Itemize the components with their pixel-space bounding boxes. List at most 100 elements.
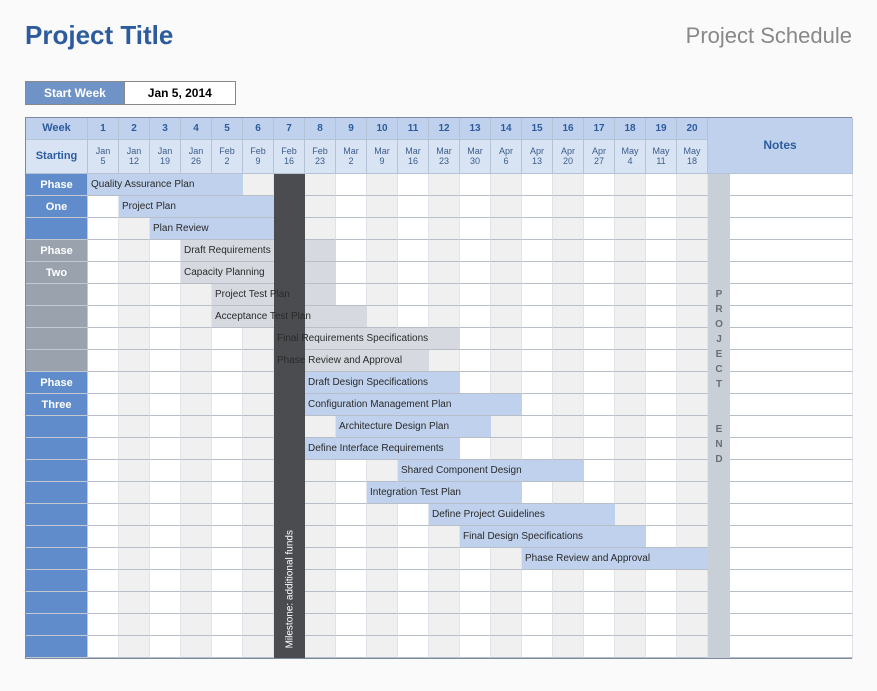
gantt-bar[interactable] (305, 372, 460, 394)
grid-cell[interactable] (646, 372, 677, 394)
grid-cell[interactable] (243, 394, 274, 416)
grid-cell[interactable] (553, 614, 584, 636)
grid-cell[interactable] (88, 416, 119, 438)
grid-cell[interactable] (460, 240, 491, 262)
grid-cell[interactable] (646, 174, 677, 196)
grid-cell[interactable] (336, 284, 367, 306)
grid-cell[interactable] (584, 218, 615, 240)
grid-cell[interactable] (398, 284, 429, 306)
grid-cell[interactable] (212, 482, 243, 504)
grid-cell[interactable] (181, 526, 212, 548)
grid-cell[interactable] (150, 570, 181, 592)
grid-cell[interactable] (150, 592, 181, 614)
grid-cell[interactable] (212, 504, 243, 526)
grid-cell[interactable] (553, 350, 584, 372)
grid-cell[interactable] (429, 592, 460, 614)
grid-cell[interactable] (305, 416, 336, 438)
grid-cell[interactable] (553, 482, 584, 504)
grid-cell[interactable] (150, 394, 181, 416)
grid-cell[interactable] (677, 460, 708, 482)
grid-cell[interactable] (491, 262, 522, 284)
grid-cell[interactable] (553, 240, 584, 262)
gantt-bar[interactable] (367, 482, 522, 504)
grid-cell[interactable] (305, 548, 336, 570)
grid-cell[interactable] (181, 548, 212, 570)
gantt-bar[interactable] (305, 394, 522, 416)
grid-cell[interactable] (677, 328, 708, 350)
grid-cell[interactable] (584, 394, 615, 416)
grid-cell[interactable] (398, 174, 429, 196)
grid-cell[interactable] (88, 548, 119, 570)
grid-cell[interactable] (646, 614, 677, 636)
grid-cell[interactable] (398, 504, 429, 526)
grid-cell[interactable] (677, 174, 708, 196)
grid-cell[interactable] (491, 592, 522, 614)
grid-cell[interactable] (460, 592, 491, 614)
grid-cell[interactable] (553, 438, 584, 460)
grid-cell[interactable] (584, 372, 615, 394)
grid-cell[interactable] (150, 328, 181, 350)
grid-cell[interactable] (615, 306, 646, 328)
grid-cell[interactable] (119, 394, 150, 416)
grid-cell[interactable] (119, 570, 150, 592)
grid-cell[interactable] (150, 262, 181, 284)
grid-cell[interactable] (522, 218, 553, 240)
grid-cell[interactable] (305, 174, 336, 196)
grid-cell[interactable] (305, 482, 336, 504)
grid-cell[interactable] (491, 306, 522, 328)
grid-cell[interactable] (181, 592, 212, 614)
grid-cell[interactable] (181, 328, 212, 350)
grid-cell[interactable] (646, 416, 677, 438)
grid-cell[interactable] (522, 372, 553, 394)
grid-cell[interactable] (88, 240, 119, 262)
grid-cell[interactable] (181, 306, 212, 328)
grid-cell[interactable] (336, 460, 367, 482)
grid-cell[interactable] (150, 548, 181, 570)
gantt-bar[interactable] (429, 504, 615, 526)
grid-cell[interactable] (243, 372, 274, 394)
grid-cell[interactable] (367, 548, 398, 570)
grid-cell[interactable] (677, 570, 708, 592)
grid-cell[interactable] (429, 306, 460, 328)
grid-cell[interactable] (212, 592, 243, 614)
grid-cell[interactable] (677, 218, 708, 240)
grid-cell[interactable] (150, 504, 181, 526)
grid-cell[interactable] (615, 328, 646, 350)
grid-cell[interactable] (615, 196, 646, 218)
grid-cell[interactable] (336, 196, 367, 218)
grid-cell[interactable] (119, 350, 150, 372)
grid-cell[interactable] (677, 394, 708, 416)
grid-cell[interactable] (460, 570, 491, 592)
grid-cell[interactable] (243, 592, 274, 614)
grid-cell[interactable] (367, 570, 398, 592)
grid-cell[interactable] (367, 636, 398, 658)
grid-cell[interactable] (336, 218, 367, 240)
grid-cell[interactable] (305, 592, 336, 614)
grid-cell[interactable] (429, 196, 460, 218)
grid-cell[interactable] (522, 570, 553, 592)
grid-cell[interactable] (646, 196, 677, 218)
grid-cell[interactable] (522, 438, 553, 460)
grid-cell[interactable] (88, 526, 119, 548)
grid-cell[interactable] (88, 350, 119, 372)
grid-cell[interactable] (522, 284, 553, 306)
grid-cell[interactable] (646, 526, 677, 548)
gantt-bar[interactable] (88, 174, 243, 196)
grid-cell[interactable] (429, 240, 460, 262)
grid-cell[interactable] (522, 592, 553, 614)
grid-cell[interactable] (677, 262, 708, 284)
grid-cell[interactable] (429, 570, 460, 592)
grid-cell[interactable] (491, 218, 522, 240)
grid-cell[interactable] (522, 262, 553, 284)
grid-cell[interactable] (181, 416, 212, 438)
grid-cell[interactable] (243, 350, 274, 372)
grid-cell[interactable] (305, 218, 336, 240)
grid-cell[interactable] (88, 570, 119, 592)
grid-cell[interactable] (646, 284, 677, 306)
grid-cell[interactable] (615, 592, 646, 614)
grid-cell[interactable] (367, 174, 398, 196)
grid-cell[interactable] (150, 614, 181, 636)
grid-cell[interactable] (367, 306, 398, 328)
grid-cell[interactable] (584, 306, 615, 328)
grid-cell[interactable] (553, 284, 584, 306)
